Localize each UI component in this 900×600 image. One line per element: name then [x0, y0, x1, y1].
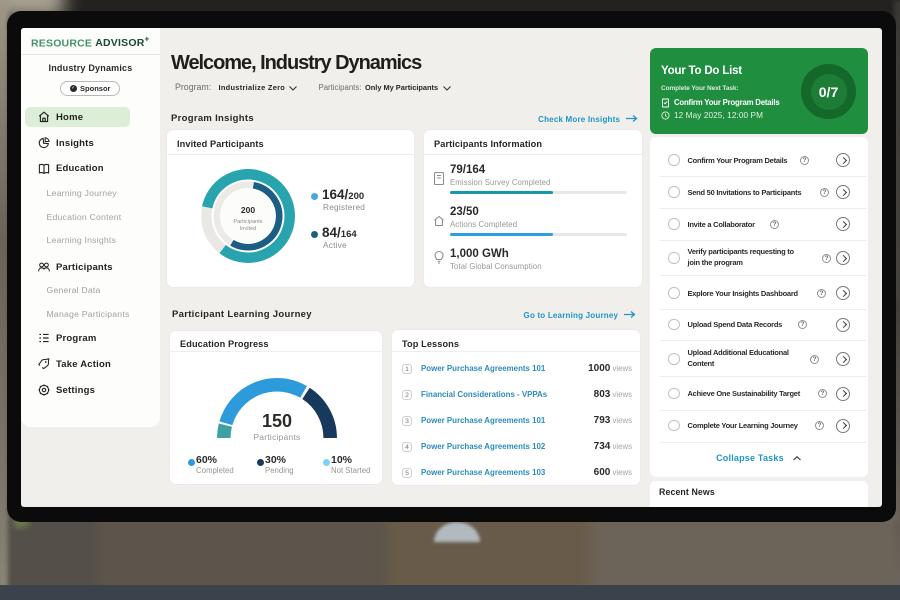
svg-text:Invited: Invited — [240, 226, 256, 232]
svg-text:200: 200 — [241, 205, 255, 215]
svg-text:Participants: Participants — [233, 219, 262, 225]
